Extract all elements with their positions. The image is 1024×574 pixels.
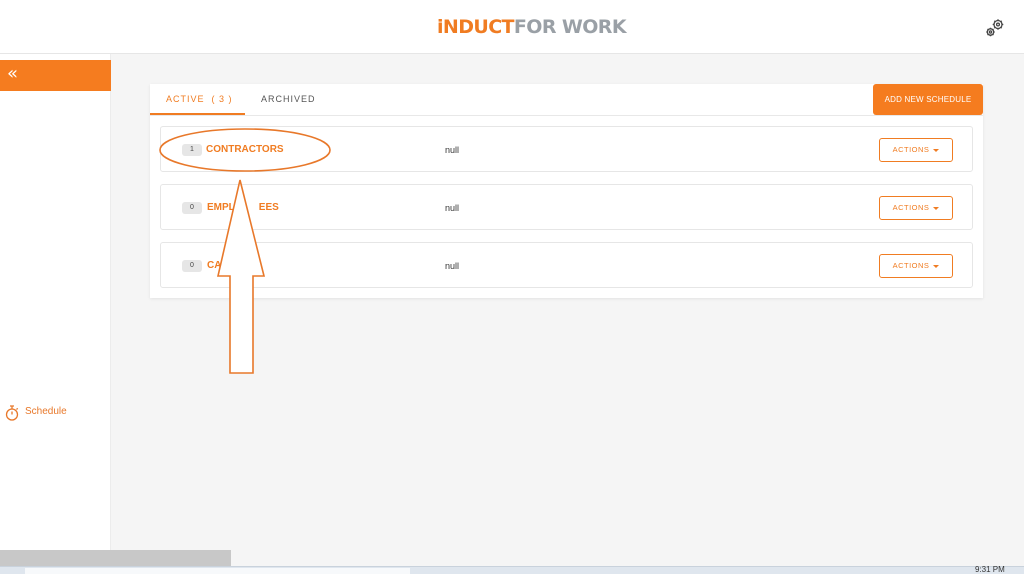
schedule-row-contractors[interactable]: 1 CONTRACTORS null ACTIONS [160,126,973,172]
logo-for-work: FOR WORK [513,16,627,38]
logo-induct: iNDUCT [437,16,515,38]
schedule-count-badge: 1 [182,144,202,156]
sidebar-item-label: Schedule [25,406,67,417]
horizontal-scrollbar[interactable] [0,550,231,566]
active-tab-indicator [150,113,245,115]
sidebar-item-schedule[interactable]: Schedule [4,402,104,424]
actions-dropdown-button[interactable]: ACTIONS [879,196,953,220]
schedule-name[interactable]: CA [207,260,221,271]
taskbar-clock: 9:31 PM [975,565,1005,574]
app-logo[interactable]: iNDUCTFOR WORK [437,16,627,38]
actions-label: ACTIONS [892,261,930,270]
schedule-count-badge: 0 [182,260,202,272]
system-taskbar: 9:31 PM [0,565,1024,574]
caret-down-icon [933,148,940,152]
stopwatch-icon [5,405,19,421]
double-chevron-left-icon: « [7,63,19,84]
add-new-schedule-button[interactable]: ADD NEW SCHEDULE [873,84,983,115]
tab-active[interactable]: ACTIVE ( 3 ) [166,94,233,104]
schedule-description: null [445,261,460,271]
taskbar-search-box[interactable] [25,568,410,574]
settings-gear-icon[interactable] [984,17,1006,39]
schedule-card: ACTIVE ( 3 ) ARCHIVED ADD NEW SCHEDULE 1… [150,84,983,298]
schedule-row-casual[interactable]: 0 CA null ACTIONS [160,242,973,288]
actions-dropdown-button[interactable]: ACTIONS [879,254,953,278]
actions-label: ACTIONS [892,145,930,154]
schedule-description: null [445,203,460,213]
schedule-name-head: EMPL [207,202,235,213]
tab-bar: ACTIVE ( 3 ) ARCHIVED [150,84,983,116]
schedule-description: null [445,145,460,155]
schedule-name[interactable]: CONTRACTORS [206,144,284,155]
sidebar: « Schedule [0,54,111,574]
caret-down-icon [933,264,940,268]
schedule-name-tail: EES [258,202,279,213]
actions-dropdown-button[interactable]: ACTIONS [879,138,953,162]
schedule-count-badge: 0 [182,202,202,214]
tab-archived[interactable]: ARCHIVED [261,94,316,104]
caret-down-icon [933,206,940,210]
schedule-row-employees[interactable]: 0 EMPL EES null ACTIONS [160,184,973,230]
top-bar: iNDUCTFOR WORK [0,0,1024,54]
actions-label: ACTIONS [892,203,930,212]
sidebar-collapse-button[interactable]: « [0,60,111,91]
schedule-name[interactable]: EMPL EES [207,202,279,213]
